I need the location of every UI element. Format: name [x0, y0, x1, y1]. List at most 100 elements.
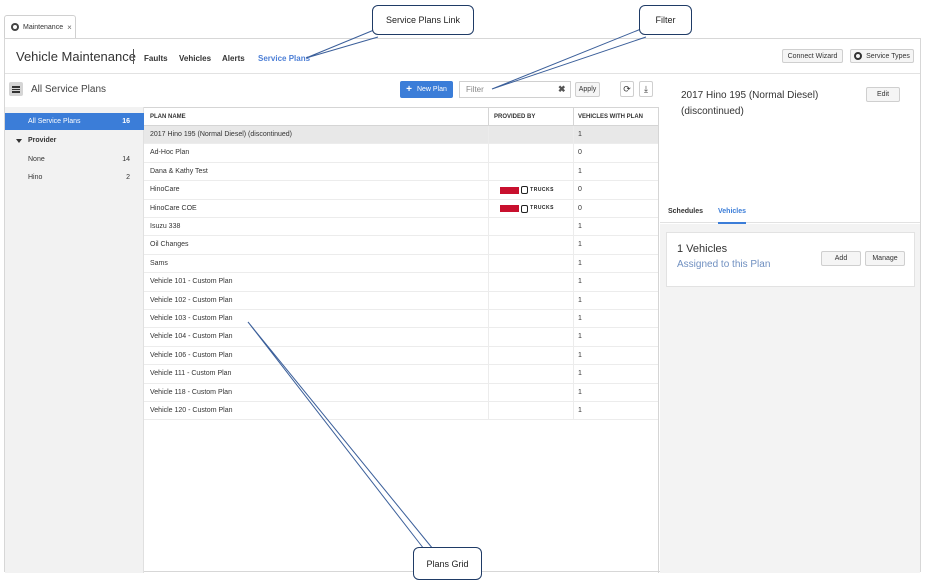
table-row[interactable]: Vehicle 102 - Custom Plan 1	[144, 291, 658, 310]
sidebar-item-count: 2	[126, 174, 130, 181]
grid-header: PLAN NAME PROVIDED BY VEHICLES WITH PLAN	[144, 107, 658, 126]
table-row[interactable]: Vehicle 101 - Custom Plan 1	[144, 273, 658, 292]
plan-name: 2017 Hino 195 (Normal Diesel) (discontin…	[150, 131, 293, 138]
vehicle-count: 1	[578, 259, 582, 267]
service-types-button[interactable]: Service Types	[850, 49, 914, 63]
callout-plans-grid: Plans Grid	[413, 547, 482, 580]
plus-icon: +	[406, 84, 412, 95]
table-row[interactable]: Vehicle 118 - Custom Plan 1	[144, 383, 658, 402]
plan-name: Vehicle 111 - Custom Plan	[150, 370, 232, 378]
table-row[interactable]: HinoCare COE TRUCKS 0	[144, 199, 658, 218]
table-row[interactable]: Isuzu 338 1	[144, 218, 658, 237]
table-row[interactable]: Vehicle 111 - Custom Plan 1	[144, 365, 658, 384]
plan-name: HinoCare COE	[150, 204, 197, 212]
detail-title: 2017 Hino 195 (Normal Diesel) (discontin…	[681, 88, 841, 120]
column-header-vehicles-with-plan[interactable]: VEHICLES WITH PLAN	[578, 108, 643, 126]
vehicle-count: 1	[578, 333, 582, 341]
plan-name: Vehicle 118 - Custom Plan	[150, 388, 232, 396]
edit-button[interactable]: Edit	[866, 87, 900, 102]
tab-schedules[interactable]: Schedules	[668, 208, 703, 215]
vehicle-count: 1	[578, 370, 582, 378]
table-row[interactable]: Ad-Hoc Plan 0	[144, 144, 658, 163]
detail-title-line1: 2017 Hino 195 (Normal Diesel)	[681, 90, 819, 101]
table-row[interactable]: Dana & Kathy Test 1	[144, 162, 658, 182]
table-row[interactable]: 2017 Hino 195 (Normal Diesel) (discontin…	[144, 126, 658, 145]
column-header-provided-by[interactable]: PROVIDED BY	[494, 108, 535, 126]
close-icon[interactable]: ×	[67, 23, 72, 32]
plans-grid: PLAN NAME PROVIDED BY VEHICLES WITH PLAN…	[144, 107, 659, 573]
callout-service-plans-link: Service Plans Link	[372, 5, 474, 35]
vehicles-card: 1 Vehicles Assigned to this Plan Add Man…	[666, 232, 915, 287]
vehicles-count: 1 Vehicles	[677, 243, 728, 255]
sidebar-item-label: Hino	[28, 174, 43, 181]
detail-title-line2: (discontinued)	[681, 106, 744, 117]
tab-maintenance[interactable]: Maintenance ×	[4, 15, 76, 38]
plan-name: HinoCare	[150, 186, 180, 194]
logo-text: TRUCKS	[530, 205, 554, 212]
table-row[interactable]: Vehicle 103 - Custom Plan 1	[144, 310, 658, 329]
plan-name: Ad-Hoc Plan	[150, 149, 190, 157]
table-row[interactable]: Sams 1	[144, 254, 658, 274]
hino-logo: TRUCKS	[500, 185, 554, 195]
tab-vehicles[interactable]: Vehicles	[718, 208, 747, 224]
table-row[interactable]: HinoCare TRUCKS 0	[144, 181, 658, 200]
sidebar-item-label: None	[28, 156, 45, 163]
plan-name: Vehicle 120 - Custom Plan	[150, 407, 233, 414]
vehicle-count: 1	[578, 241, 582, 249]
add-button[interactable]: Add	[821, 251, 861, 266]
connect-wizard-button[interactable]: Connect Wizard	[782, 49, 843, 63]
detail-body: 1 Vehicles Assigned to this Plan Add Man…	[660, 224, 920, 573]
vehicle-count: 1	[578, 131, 582, 138]
table-row[interactable]: Vehicle 104 - Custom Plan 1	[144, 328, 658, 347]
vehicle-count: 1	[578, 223, 582, 230]
header: Vehicle Maintenance Faults Vehicles Aler…	[5, 39, 920, 74]
sidebar-item-none[interactable]: None 14	[5, 151, 144, 168]
new-plan-label: New Plan	[416, 86, 447, 93]
logo-text: TRUCKS	[530, 186, 554, 193]
filter-input[interactable]	[459, 81, 571, 98]
table-row[interactable]: Oil Changes 1	[144, 236, 658, 255]
vehicle-count: 1	[578, 296, 582, 304]
new-plan-button[interactable]: + New Plan	[400, 81, 453, 98]
sidebar-item-hino[interactable]: Hino 2	[5, 169, 144, 186]
vehicle-count: 0	[578, 149, 582, 157]
plan-name: Isuzu 338	[150, 223, 181, 230]
refresh-icon[interactable]: ⟳	[620, 81, 634, 97]
detail-tabs: Schedules Vehicles	[660, 202, 920, 224]
sidebar: All Service Plans 16 Provider None 14 Hi…	[5, 107, 144, 573]
nav-vehicles[interactable]: Vehicles	[179, 54, 211, 63]
nav-faults[interactable]: Faults	[144, 54, 168, 63]
sidebar-item-count: 14	[122, 156, 130, 163]
clear-icon[interactable]: ✖	[558, 84, 566, 95]
title-divider	[133, 49, 134, 64]
sidebar-group-provider[interactable]: Provider	[16, 137, 56, 144]
manage-button[interactable]: Manage	[865, 251, 905, 266]
menu-icon[interactable]	[9, 82, 23, 96]
nav-service-plans[interactable]: Service Plans	[258, 54, 310, 63]
plan-name: Sams	[150, 259, 168, 267]
apply-button[interactable]: Apply	[575, 82, 600, 97]
page-title: Vehicle Maintenance	[16, 49, 136, 64]
all-plans-title: All Service Plans	[31, 84, 107, 95]
plan-name: Vehicle 104 - Custom Plan	[150, 333, 233, 341]
plan-name: Vehicle 101 - Custom Plan	[150, 278, 233, 286]
service-types-label: Service Types	[866, 52, 910, 60]
column-header-plan-name[interactable]: PLAN NAME	[150, 108, 186, 126]
nav-alerts[interactable]: Alerts	[222, 54, 245, 63]
vehicle-count: 1	[578, 315, 582, 322]
table-row[interactable]: Vehicle 120 - Custom Plan 1	[144, 402, 658, 421]
tab-label: Maintenance	[23, 23, 64, 31]
plan-detail-panel: 2017 Hino 195 (Normal Diesel) (discontin…	[660, 75, 920, 573]
vehicle-count: 1	[578, 278, 582, 286]
caret-down-icon	[16, 138, 22, 143]
sidebar-item-label: All Service Plans	[28, 118, 81, 125]
maintenance-icon	[11, 23, 19, 31]
plan-name: Vehicle 103 - Custom Plan	[150, 315, 233, 322]
plan-name: Vehicle 102 - Custom Plan	[150, 296, 233, 304]
vehicle-count: 0	[578, 186, 582, 194]
table-row[interactable]: Vehicle 106 - Custom Plan 1	[144, 346, 658, 366]
download-icon[interactable]: ⤓	[639, 81, 653, 97]
plan-name: Dana & Kathy Test	[150, 167, 208, 175]
vehicle-count: 1	[578, 407, 582, 414]
sidebar-item-all-service-plans[interactable]: All Service Plans 16	[5, 113, 144, 130]
